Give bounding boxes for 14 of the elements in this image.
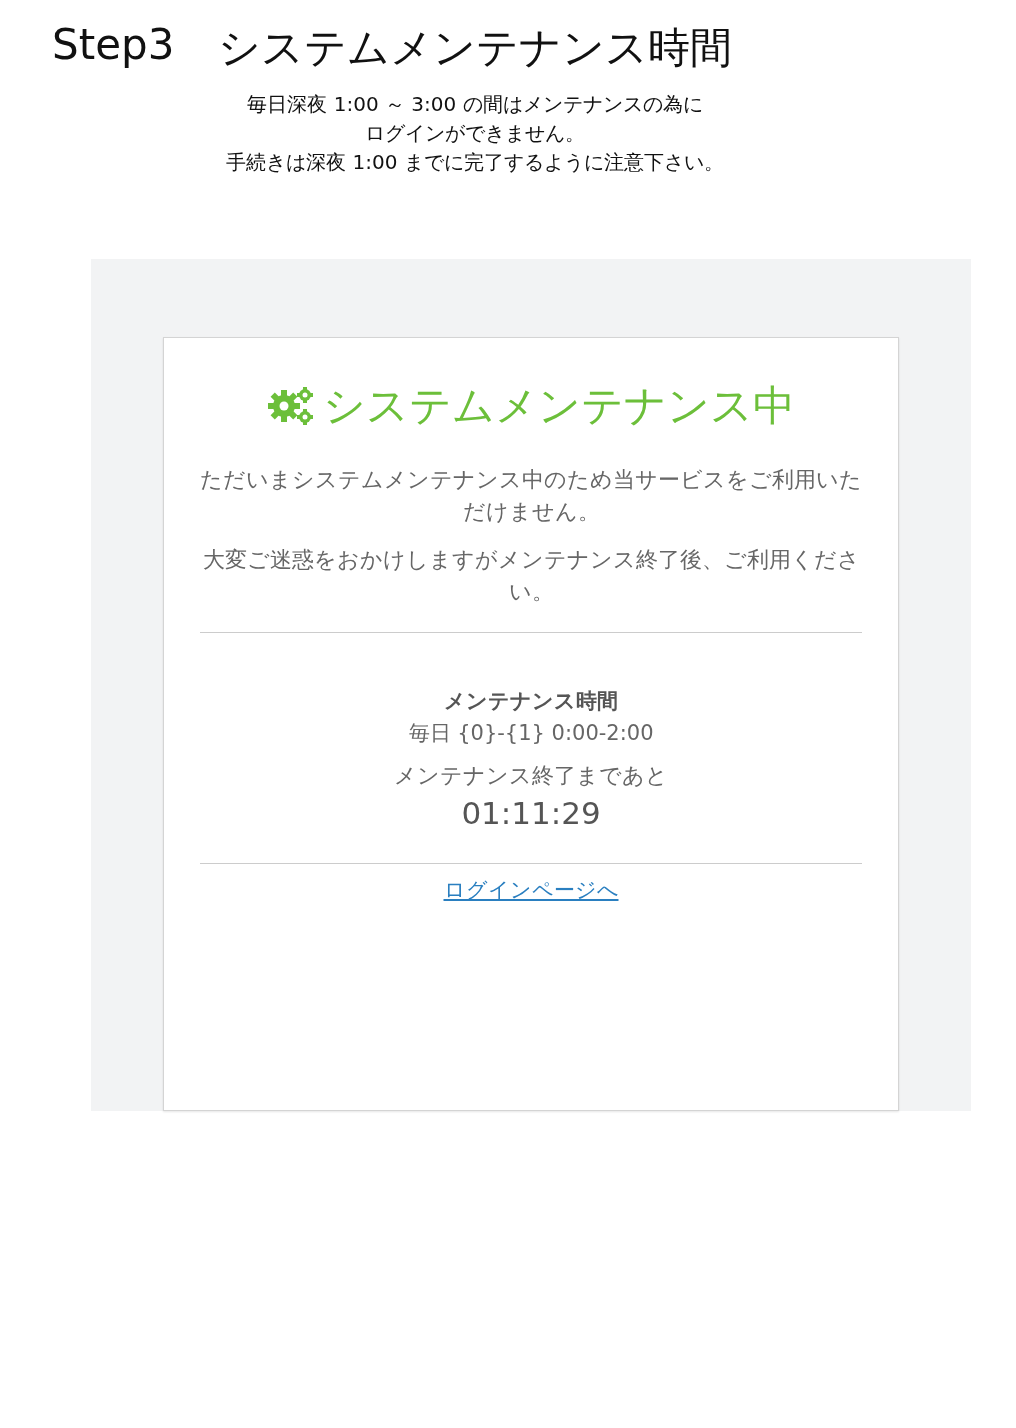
maintenance-title: システムメンテナンス中: [323, 380, 795, 432]
intro-text: 毎日深夜 1:00 ～ 3:00 の間はメンテナンスの為に: [247, 91, 703, 118]
gears-icon: [267, 386, 315, 426]
schedule-label: メンテナンス時間: [443, 688, 619, 715]
intro-text: ログインができません。: [365, 120, 585, 147]
maintenance-message: 大変ご迷惑をおかけしますがメンテナンス終了後、ご利用ください。: [201, 546, 861, 606]
maintenance-message: ただいまシステムメンテナンス中のため当サービスをご利用いただけません。: [200, 466, 862, 526]
section-heading: システムメンテナンス時間: [218, 22, 733, 74]
remaining-label: メンテナンス終了まであと: [393, 762, 669, 790]
step-label: Step3: [52, 20, 175, 71]
login-page-link[interactable]: ログインページへ: [443, 876, 619, 904]
intro-text: 手続きは深夜 1:00 までに完了するように注意下さい。: [226, 149, 724, 176]
schedule-text: 毎日 {0}-{1} 0:00-2:00: [407, 720, 655, 747]
countdown-timer: 01:11:29: [460, 795, 602, 831]
